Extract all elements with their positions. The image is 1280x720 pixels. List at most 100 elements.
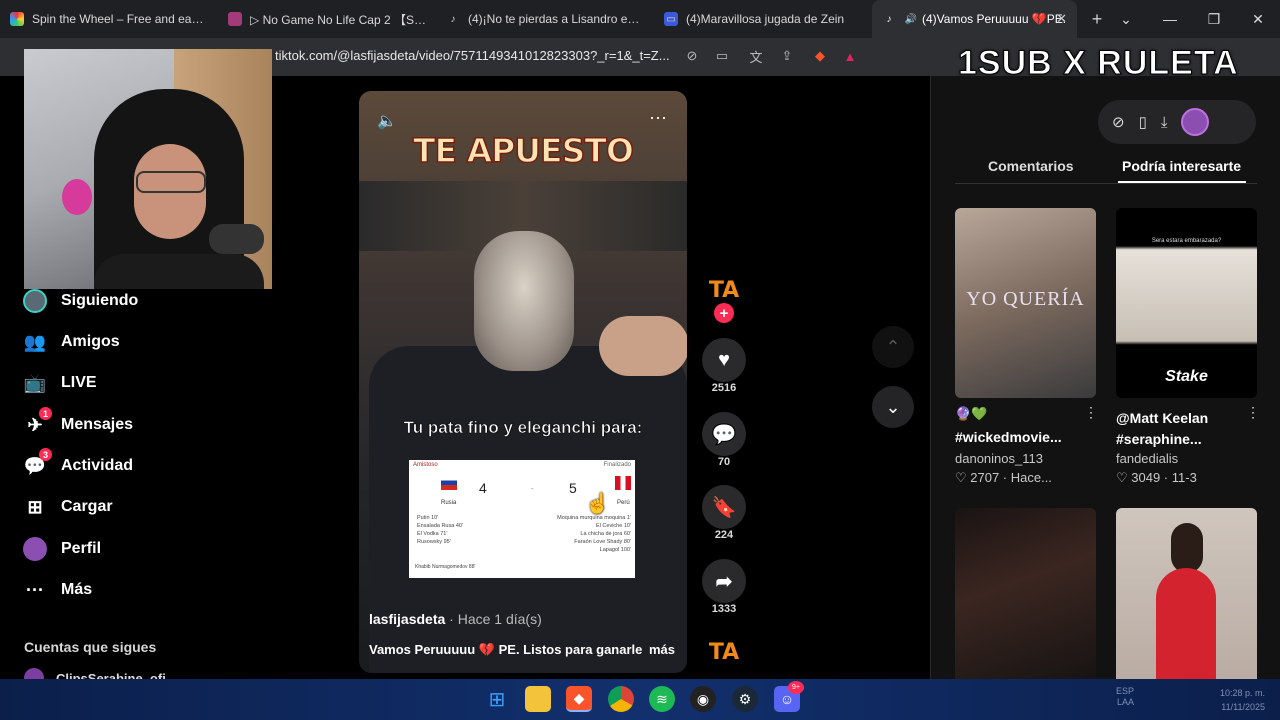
chrome-icon[interactable] [608, 686, 634, 712]
compass-icon[interactable]: ⊘ [1112, 113, 1125, 131]
steam-icon[interactable]: ⚙ [732, 686, 758, 712]
tray-language[interactable]: ESP LAA [1108, 686, 1134, 708]
tab-tiktok-zein[interactable]: ▭ (4)Maravillosa jugada de Zein [654, 0, 872, 38]
messages-icon: ✈ 1 [22, 407, 52, 438]
tab-tiktok-vamos-peru[interactable]: ♪ 🔊 (4)Vamos Peruuuuu 💔PE. ✕ [872, 0, 1077, 38]
activity-icon: 💬 3 [22, 448, 52, 479]
match-type-label: Amistoso [413, 462, 438, 468]
recommended-video-thumbnail[interactable] [1116, 508, 1257, 698]
discord-icon[interactable]: ☺ 9+ [774, 681, 804, 712]
recommended-video-stats: ♡ 2707 · Hace... [955, 470, 1052, 485]
wheel-favicon-icon [10, 12, 24, 26]
sidebar-item-live[interactable]: 📺 LIVE [22, 368, 97, 398]
video-emojis: 🔮💚 [955, 406, 988, 421]
tab-spin-wheel[interactable]: Spin the Wheel – Free and easy-to [0, 0, 218, 38]
tray-clock-time[interactable]: 10:28 p. m. [1195, 688, 1265, 699]
sidebar-item-profile[interactable]: Perfil [22, 534, 101, 564]
recommended-video-thumbnail[interactable]: YO QUERÍA [955, 208, 1096, 398]
more-options-icon[interactable]: ⋮ [1084, 404, 1098, 421]
sidebar-item-friends[interactable]: 👥 Amigos [22, 327, 120, 357]
like-count: 2516 [711, 382, 737, 394]
file-explorer-icon[interactable] [525, 686, 551, 712]
video-caption: Tu pata fino y eleganchi para: [403, 418, 643, 438]
home-score: 4 [479, 480, 487, 496]
video-description: Vamos Peruuuuu 💔 PE. Listos para ganarle… [369, 642, 675, 657]
recommended-video-thumbnail[interactable] [955, 508, 1096, 698]
url-field[interactable]: tiktok.com/@lasfijasdeta/video/757114934… [275, 48, 675, 63]
save-button[interactable]: 🔖 224 [700, 485, 748, 541]
comment-button[interactable]: 💬 70 [700, 412, 748, 468]
phone-icon[interactable]: ▯ [1139, 113, 1147, 131]
browser-tab-bar: Spin the Wheel – Free and easy-to ▷ No G… [0, 0, 1280, 38]
spotify-icon[interactable]: ≋ [649, 686, 675, 712]
sidebar-item-activity[interactable]: 💬 3 Actividad [22, 448, 134, 481]
recommended-video-thumbnail[interactable]: Sera estara embarazada? Stake [1116, 208, 1257, 398]
more-options-icon[interactable]: ⋮ [1246, 404, 1260, 421]
more-description-button[interactable]: más [649, 642, 675, 657]
recommended-video-title: #wickedmovie... [955, 429, 1062, 445]
avatar[interactable] [1181, 108, 1210, 136]
profile-avatar-icon [22, 536, 48, 562]
download-icon[interactable]: ⤓ [1161, 114, 1168, 131]
sidebar-item-more[interactable]: ··· Más [22, 575, 92, 605]
hide-icon[interactable]: ⊘ [682, 46, 702, 66]
translate-icon[interactable]: 文 [746, 46, 766, 66]
sidebar-item-label: Amigos [61, 333, 120, 350]
mouse-cursor-icon: ☝ [585, 493, 610, 515]
volume-icon[interactable]: 🔈 [377, 111, 397, 131]
video-favicon-icon: ▭ [664, 12, 678, 26]
following-avatar-icon [22, 288, 48, 314]
active-tab-indicator [1118, 181, 1246, 183]
video-author[interactable]: lasfijasdeta · Hace 1 día(s) [369, 611, 542, 627]
video-header-text: TE APUESTO [412, 130, 634, 171]
sidebar-item-following[interactable]: Siguiendo [22, 286, 138, 316]
share-button[interactable]: ➦ 1333 [700, 559, 748, 615]
live-icon: 📺 [23, 372, 47, 393]
tab-title: (4)Vamos Peruuuuu 💔PE. [922, 12, 1067, 26]
tab-recommended[interactable]: Podría interesarte [1122, 158, 1241, 174]
tab-title: ▷ No Game No Life Cap 2 【SUB E [250, 12, 426, 27]
match-status-label: Finalizado [603, 462, 631, 468]
restore-icon[interactable]: ❐ [1192, 0, 1236, 38]
close-tab-icon[interactable]: ✕ [1056, 11, 1067, 27]
previous-video-button[interactable]: ⌃ [872, 326, 914, 368]
share-icon[interactable]: ⇪ [777, 46, 797, 66]
more-options-icon[interactable]: ··· [649, 107, 667, 128]
anime-favicon-icon [228, 12, 242, 26]
like-button[interactable]: ♥ 2516 [700, 338, 748, 394]
tab-comments[interactable]: Comentarios [988, 158, 1074, 174]
creator-avatar[interactable]: TA + [700, 278, 748, 323]
tray-clock-date[interactable]: 11/11/2025 [1195, 702, 1265, 713]
following-accounts-header: Cuentas que sigues [24, 639, 157, 655]
sidebar-item-messages[interactable]: ✈ 1 Mensajes [22, 407, 133, 440]
away-team: Perú [617, 500, 630, 506]
brave-shield-icon[interactable]: ◆ [810, 46, 830, 66]
music-disc[interactable]: TA [700, 640, 748, 665]
windows-taskbar [0, 679, 1280, 720]
brave-rewards-icon[interactable]: ▲ [840, 46, 860, 66]
close-window-icon[interactable]: ✕ [1236, 0, 1280, 38]
obs-icon[interactable]: ◉ [690, 686, 716, 712]
windows-start-icon[interactable]: ⊞ [484, 686, 510, 712]
tiktok-favicon-icon: ♪ [450, 13, 456, 25]
away-score: 5 [569, 480, 577, 496]
recommended-video-author[interactable]: danoninos_113 [955, 451, 1043, 466]
chevron-down-icon[interactable]: ⌄ [1104, 0, 1148, 38]
minimize-icon[interactable]: — [1148, 0, 1192, 38]
follow-plus-icon[interactable]: + [714, 303, 734, 323]
tab-tiktok-lisandro[interactable]: ♪ (4)¡No te pierdas a Lisandro en la [436, 0, 654, 38]
window-controls: ⌄ — ❐ ✕ [1104, 0, 1280, 38]
brave-browser-icon[interactable]: ◆ [566, 686, 592, 712]
home-team: Rusia [441, 500, 457, 506]
tab-anime[interactable]: ▷ No Game No Life Cap 2 【SUB E [218, 0, 436, 38]
cast-icon[interactable]: ▭ [712, 46, 732, 66]
recommended-video-author[interactable]: fandedialis [1116, 451, 1178, 466]
heart-icon: ♥ [702, 338, 746, 382]
sidebar-item-upload[interactable]: ⊞ Cargar [22, 492, 113, 522]
next-video-button[interactable]: ⌄ [872, 386, 914, 428]
sidebar-item-label: Cargar [61, 498, 113, 515]
sidebar-item-label: Actividad [61, 457, 134, 474]
video-player[interactable]: TE APUESTO 🔈 ··· Tu pata fino y eleganch… [359, 91, 687, 673]
bookmark-icon: 🔖 [702, 485, 746, 529]
sidebar-item-label: Perfil [61, 540, 102, 557]
